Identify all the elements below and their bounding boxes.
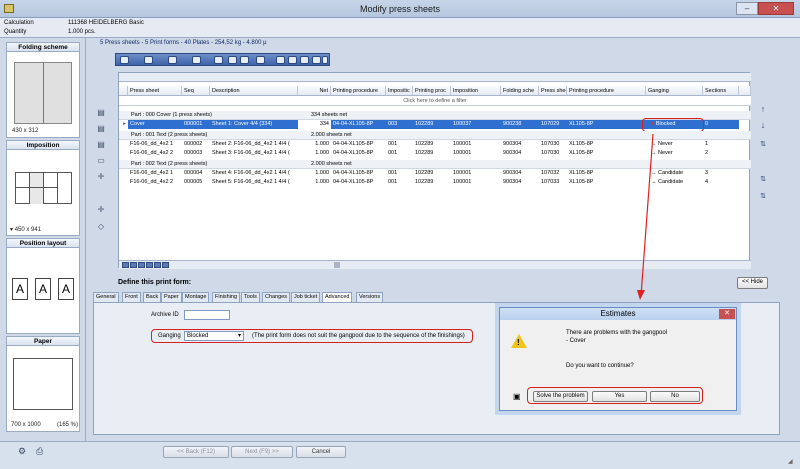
dialog-line1: There are problems with the gangpool (566, 330, 668, 336)
solve-problem-button[interactable]: Solve the problem (533, 391, 588, 402)
estimates-dialog: Estimates ✕ ! There are problems with th… (499, 307, 737, 411)
cancel-button[interactable]: Cancel (296, 446, 346, 458)
print-icon[interactable]: ⎙ (36, 446, 43, 457)
back-button[interactable]: << Back (F12) (163, 446, 229, 458)
bottom-bar (0, 441, 800, 469)
dialog-title: Estimates (500, 308, 736, 320)
dialog-line2: - Cover (566, 338, 586, 344)
settings-icon[interactable]: ⚙ (18, 446, 26, 457)
dialog-question: Do you want to continue? (566, 363, 634, 369)
next-button[interactable]: Next (F9) >> (231, 446, 293, 458)
no-button[interactable]: No (650, 391, 700, 402)
info-icon[interactable]: ▣ (513, 392, 521, 401)
dialog-close-button[interactable]: ✕ (719, 309, 735, 319)
yes-button[interactable]: Yes (592, 391, 647, 402)
resize-grip[interactable]: ◢ (788, 458, 793, 465)
